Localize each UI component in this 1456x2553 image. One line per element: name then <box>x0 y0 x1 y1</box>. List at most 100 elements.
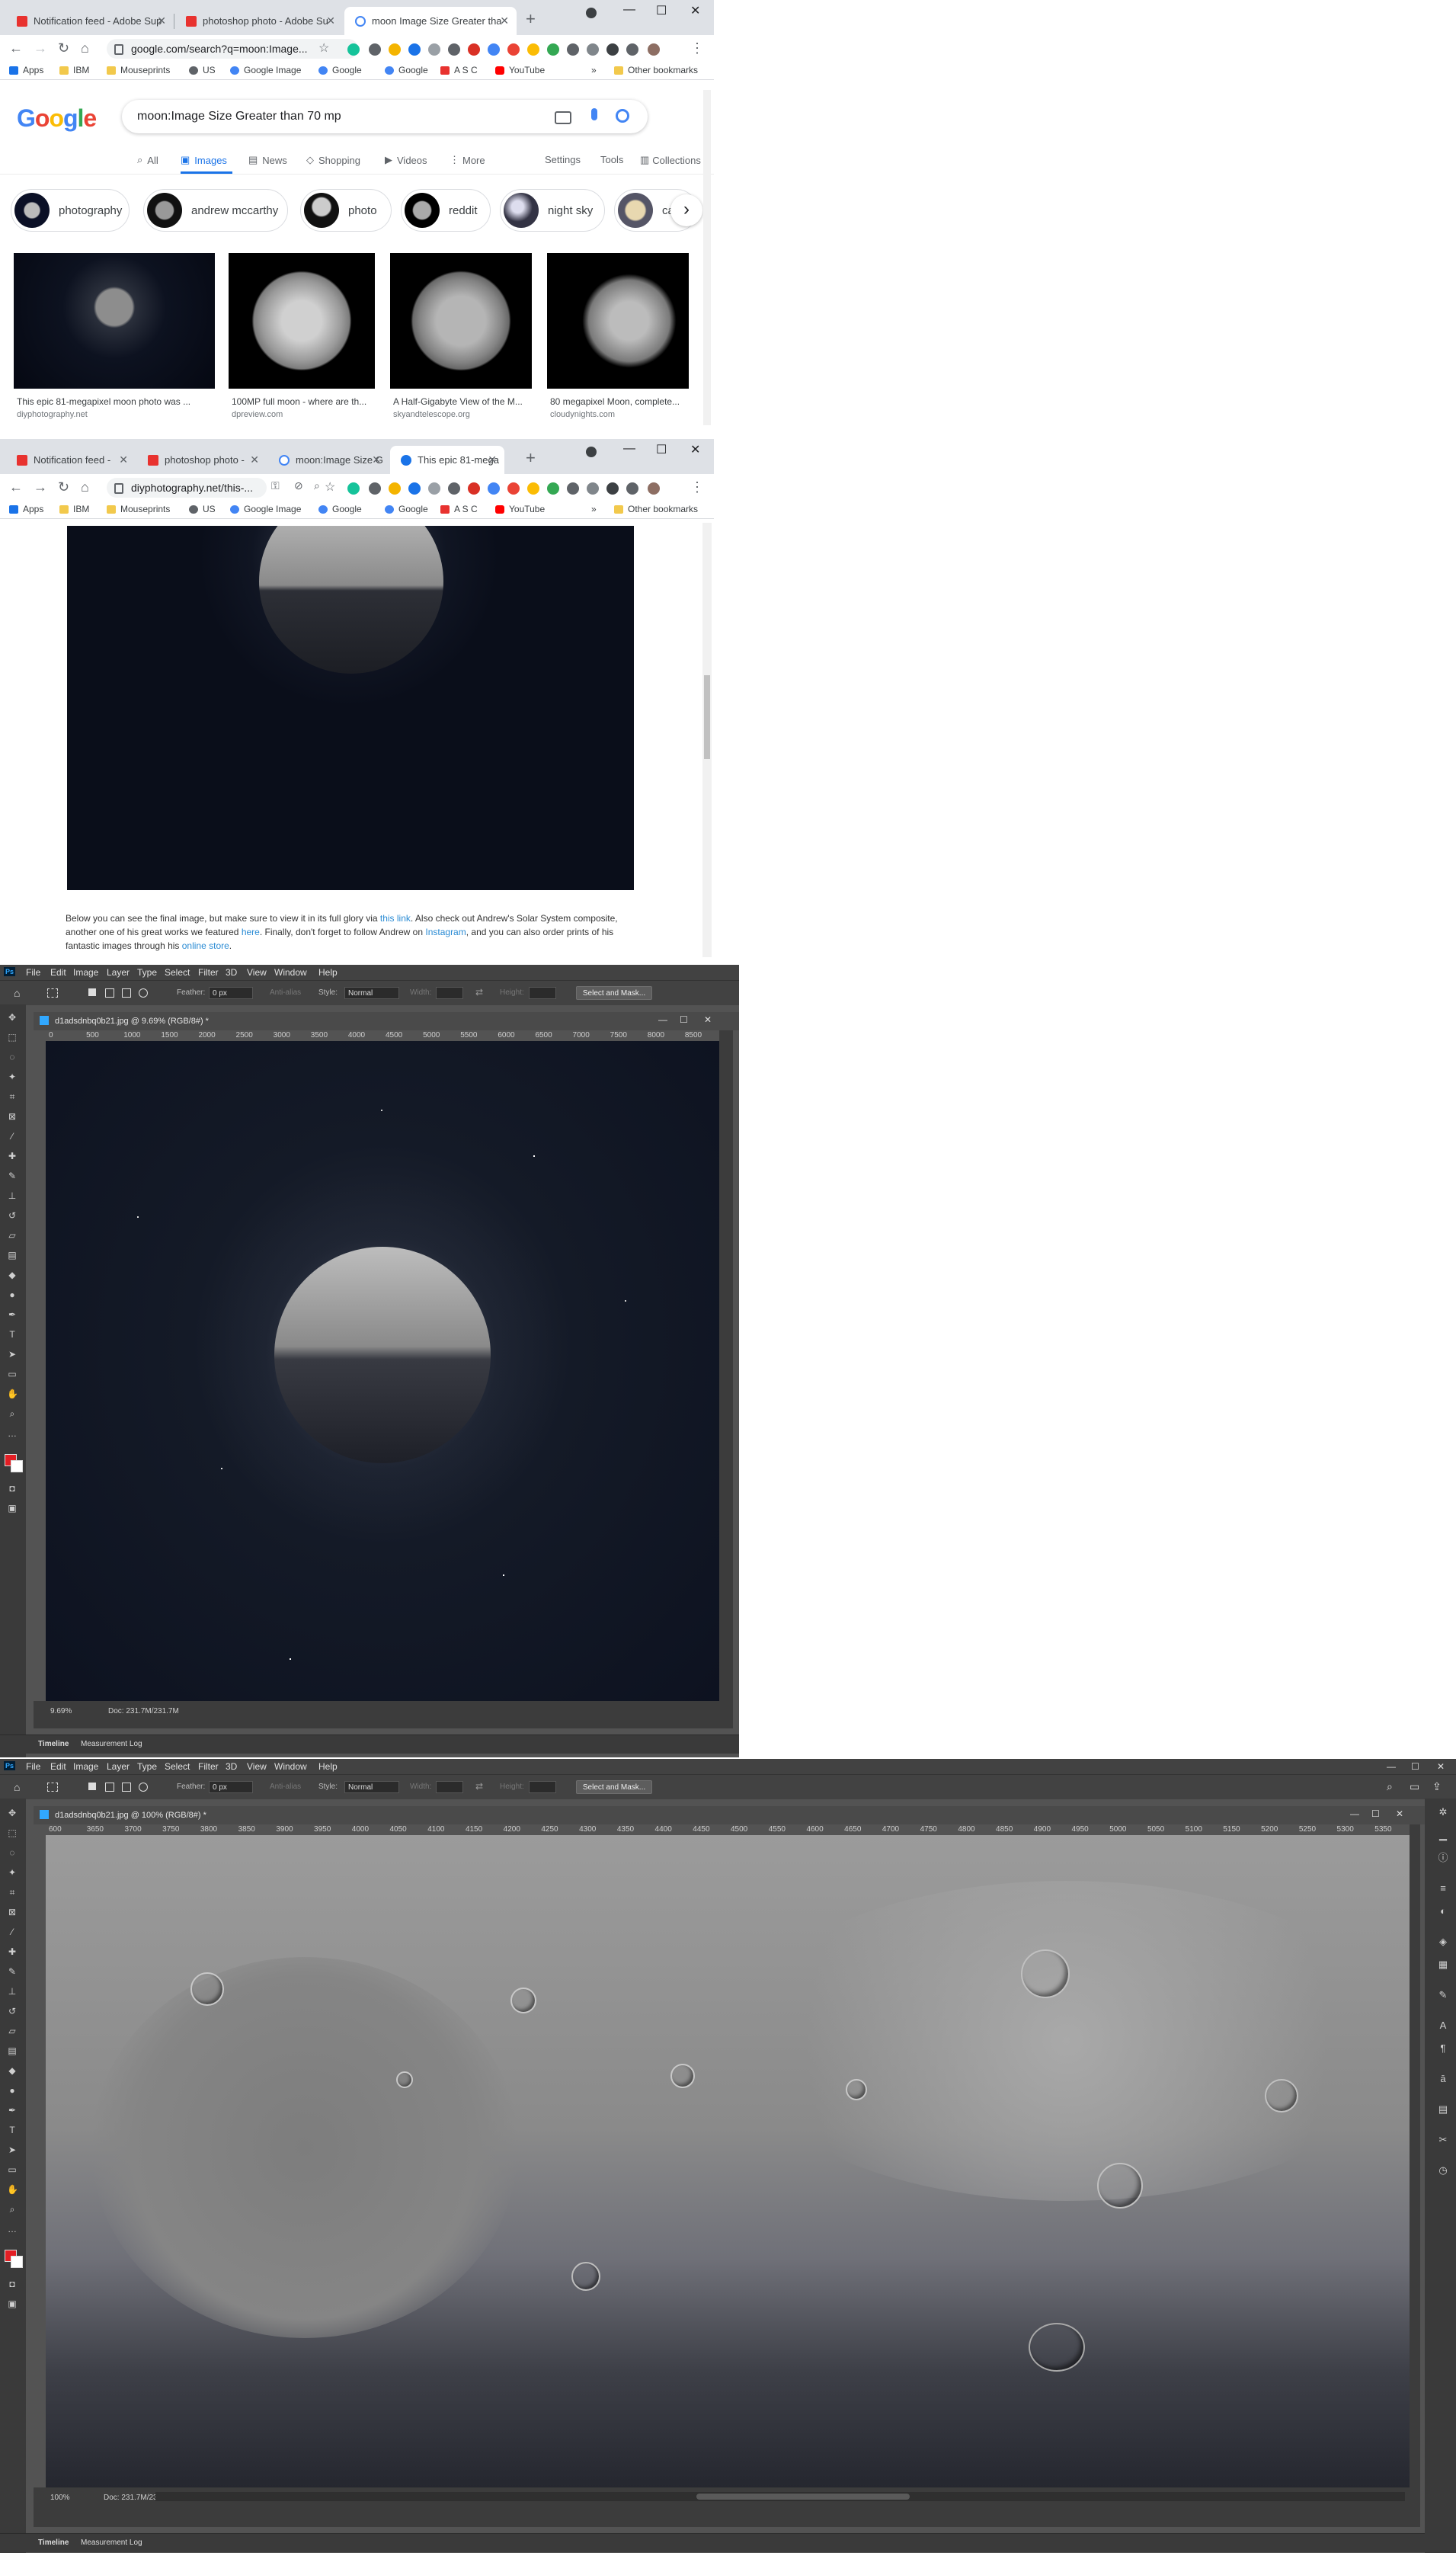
menu-select[interactable]: Select <box>165 967 190 978</box>
extension-icon[interactable] <box>428 482 440 495</box>
menu-window[interactable]: Window <box>274 967 307 978</box>
extension-icon[interactable] <box>606 482 619 495</box>
new-tab-icon[interactable]: + <box>526 448 536 468</box>
chevron-right-icon[interactable]: › <box>670 194 702 226</box>
back-icon[interactable]: ← <box>9 40 23 56</box>
lasso-tool-icon[interactable]: ◌ <box>7 1847 18 1858</box>
hand-tool-icon[interactable]: ✋ <box>7 2184 18 2195</box>
menu-icon[interactable]: ⋮ <box>690 479 704 495</box>
tools-icon[interactable]: ✂ <box>1437 2134 1449 2146</box>
measurement-log-tab[interactable]: Measurement Log <box>81 1740 142 1748</box>
healing-brush-icon[interactable]: ✚ <box>7 1946 18 1957</box>
window-close-icon[interactable]: ✕ <box>690 3 700 18</box>
bookmark-google-image[interactable]: Google Image <box>230 504 301 514</box>
dodge-icon[interactable]: ● <box>7 1289 18 1300</box>
subtract-selection-icon[interactable] <box>122 1783 131 1792</box>
extension-icon[interactable] <box>389 482 401 495</box>
feather-input[interactable]: 0 px <box>209 1781 253 1793</box>
close-icon[interactable]: ✕ <box>250 453 259 466</box>
menu-filter[interactable]: Filter <box>198 1761 219 1772</box>
more-tools-icon[interactable]: … <box>7 2224 18 2234</box>
home-icon[interactable]: ⌂ <box>14 987 20 999</box>
extension-icon[interactable] <box>606 43 619 56</box>
menu-file[interactable]: File <box>26 1761 40 1772</box>
chip-andrew-mccarthy[interactable]: andrew mccarthy <box>143 189 288 232</box>
channels-icon[interactable]: ▦ <box>1437 1959 1449 1971</box>
menu-type[interactable]: Type <box>137 1761 157 1772</box>
extension-icon[interactable] <box>567 482 579 495</box>
history-brush-icon[interactable]: ↺ <box>7 2006 18 2016</box>
select-and-mask-button[interactable]: Select and Mask... <box>576 1780 652 1794</box>
magic-wand-icon[interactable]: ✦ <box>7 1867 18 1878</box>
character-icon[interactable]: A <box>1437 2020 1449 2032</box>
close-icon[interactable]: ✕ <box>157 14 166 27</box>
tab-more[interactable]: ⋮ More <box>450 154 485 166</box>
menu-view[interactable]: View <box>247 1761 267 1772</box>
extension-icon[interactable] <box>527 43 539 56</box>
shape-tool-icon[interactable]: ▭ <box>7 1369 18 1379</box>
bookmark-apps[interactable]: Apps <box>9 504 43 514</box>
swap-icon[interactable]: ⇄ <box>475 987 483 998</box>
minimize-icon[interactable]: — <box>1387 1761 1396 1772</box>
zoom-tool-icon[interactable]: ⌕ <box>7 1408 18 1419</box>
maximize-icon[interactable]: ☐ <box>656 3 667 18</box>
share-icon[interactable]: ⇪ <box>1432 1780 1442 1793</box>
menu-icon[interactable]: ⋮ <box>690 40 704 56</box>
height-input[interactable] <box>529 987 556 999</box>
grammarly-icon[interactable] <box>347 43 360 56</box>
camera-icon[interactable] <box>555 111 571 124</box>
histogram-icon[interactable]: ▁ <box>1437 1829 1449 1841</box>
brush-tool-icon[interactable]: ✎ <box>7 1171 18 1181</box>
dodge-icon[interactable]: ● <box>7 2085 18 2096</box>
result-caption[interactable]: 80 megapixel Moon, complete... <box>550 396 692 407</box>
height-input[interactable] <box>529 1781 556 1793</box>
tab-moon-search[interactable]: moon Image Size Greater tha ✕ <box>344 7 517 35</box>
bookmark-google-2[interactable]: Google <box>385 504 428 514</box>
extension-icon[interactable] <box>488 43 500 56</box>
result-caption[interactable]: 100MP full moon - where are th... <box>232 396 376 407</box>
tab-images[interactable]: ▣ Images <box>181 154 227 166</box>
menu-filter[interactable]: Filter <box>198 967 219 978</box>
style-select[interactable]: Normal <box>344 1781 399 1793</box>
marquee-tool-icon[interactable]: ⬚ <box>7 1827 18 1838</box>
maximize-icon[interactable]: ☐ <box>656 442 667 457</box>
zoom-level[interactable]: 9.69% <box>50 1707 72 1715</box>
history-icon[interactable]: ◷ <box>1437 2164 1449 2177</box>
doc-maximize-icon[interactable]: ☐ <box>1371 1808 1380 1819</box>
extension-icon[interactable] <box>527 482 539 495</box>
result-caption[interactable]: A Half-Gigabyte View of the M... <box>393 396 535 407</box>
scrollbar[interactable] <box>703 90 711 425</box>
magic-wand-icon[interactable]: ✦ <box>7 1071 18 1082</box>
bookmark-asc[interactable]: A S C <box>440 65 478 75</box>
anti-alias-checkbox[interactable]: Anti-alias <box>270 988 301 997</box>
path-select-icon[interactable]: ➤ <box>7 1349 18 1360</box>
menu-image[interactable]: Image <box>73 1761 98 1772</box>
timeline-tab[interactable]: Timeline <box>38 2539 69 2547</box>
extension-icon[interactable] <box>587 482 599 495</box>
gradient-icon[interactable]: ▤ <box>7 2045 18 2056</box>
swap-icon[interactable]: ⇄ <box>475 1781 483 1792</box>
bookmarks-overflow[interactable]: » <box>591 504 597 514</box>
forward-icon[interactable]: → <box>34 40 47 56</box>
blur-icon[interactable]: ◆ <box>7 2065 18 2076</box>
screen-mode-icon[interactable]: ▣ <box>7 1503 18 1514</box>
puzzle-icon[interactable] <box>626 482 638 495</box>
link-online-store[interactable]: online store <box>182 940 229 951</box>
menu-image[interactable]: Image <box>73 967 98 978</box>
workspace-icon[interactable]: ▭ <box>1410 1780 1419 1793</box>
bookmark-google[interactable]: Google <box>318 504 362 514</box>
reload-icon[interactable]: ↻ <box>58 479 69 495</box>
bookmark-youtube[interactable]: YouTube <box>495 65 545 75</box>
other-bookmarks[interactable]: Other bookmarks <box>614 504 698 514</box>
move-tool-icon[interactable]: ✥ <box>7 1808 18 1818</box>
menu-window[interactable]: Window <box>274 1761 307 1772</box>
extension-icon[interactable] <box>567 43 579 56</box>
paragraph-icon[interactable]: ¶ <box>1437 2042 1449 2055</box>
doc-size[interactable]: Doc: 231.7M/231.7M <box>108 1707 179 1715</box>
clone-stamp-icon[interactable]: ⊥ <box>7 1986 18 1997</box>
glyphs-icon[interactable]: ā <box>1437 2073 1449 2085</box>
window-close-icon[interactable]: ✕ <box>1437 1761 1445 1772</box>
crop-tool-icon[interactable]: ⌗ <box>7 1091 18 1102</box>
tab-moon-search[interactable]: moon:Image Size G ✕ <box>268 446 389 474</box>
pen-tool-icon[interactable]: ✒ <box>7 1309 18 1320</box>
